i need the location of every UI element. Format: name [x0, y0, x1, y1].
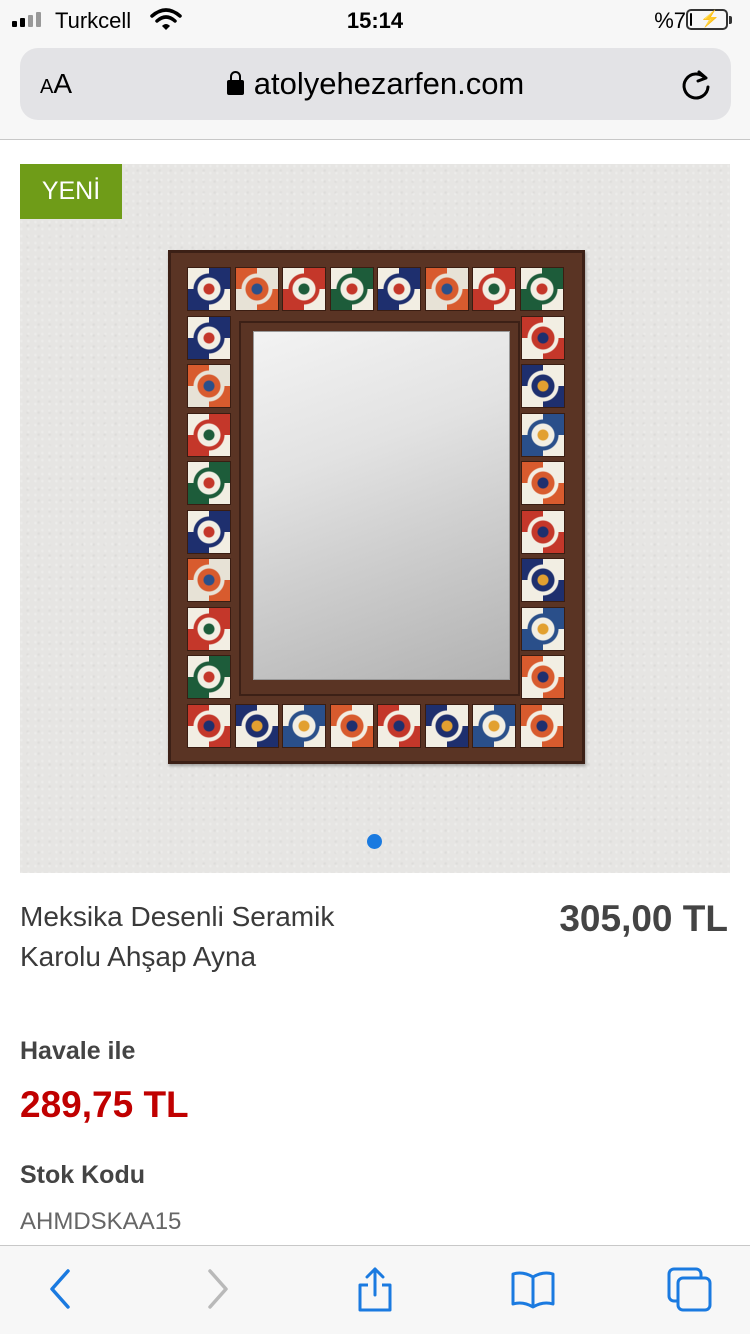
status-bar: Turkcell 15:14 %7 ⚡: [0, 0, 750, 40]
ceramic-tile: [521, 509, 565, 554]
ceramic-tile: [521, 412, 565, 457]
forward-icon[interactable]: [189, 1264, 245, 1314]
ceramic-tile: [187, 704, 231, 748]
product-image-gallery[interactable]: YENİ: [20, 164, 730, 873]
url-text: atolyehezarfen.com: [253, 66, 525, 101]
ceramic-tile: [424, 267, 469, 311]
ceramic-tile: [472, 267, 516, 311]
tabs-icon[interactable]: [662, 1264, 718, 1314]
battery-percentage: %7: [654, 8, 686, 33]
share-icon[interactable]: [347, 1264, 403, 1314]
ceramic-tile: [187, 364, 231, 408]
ceramic-tile: [187, 315, 231, 360]
ceramic-tile: [234, 267, 279, 311]
lock-icon: [226, 71, 244, 95]
ceramic-tile: [521, 606, 565, 651]
sku-value: AHMDSKAA15: [20, 1208, 182, 1235]
transfer-price: 289,75 TL: [20, 1084, 189, 1125]
back-icon[interactable]: [33, 1264, 89, 1314]
address-bar[interactable]: AA atolyehezarfen.com: [20, 48, 731, 120]
status-time: 15:14: [346, 8, 404, 33]
mirror-inner-frame: [239, 321, 520, 696]
ceramic-tile: [234, 704, 279, 748]
ceramic-tile: [377, 704, 421, 748]
battery-level: [690, 13, 692, 26]
ceramic-tile: [424, 704, 469, 748]
browser-header: AA atolyehezarfen.com: [0, 40, 750, 140]
ceramic-tile: [521, 461, 565, 505]
ceramic-tile: [521, 364, 565, 408]
ceramic-tile: [329, 704, 374, 748]
ceramic-tile: [472, 704, 516, 748]
ceramic-tile: [521, 315, 565, 360]
ceramic-tile: [377, 267, 421, 311]
ceramic-tile: [187, 606, 231, 651]
ceramic-tile: [282, 704, 326, 748]
bookmarks-icon[interactable]: [505, 1264, 561, 1314]
ceramic-tile: [187, 267, 231, 311]
ceramic-tile: [187, 412, 231, 457]
ceramic-tile: [329, 267, 374, 311]
gallery-page-indicator[interactable]: [367, 834, 382, 849]
ceramic-tile: [519, 704, 564, 748]
mirror-glass: [253, 331, 510, 680]
product-price: 305,00 TL: [559, 898, 728, 939]
reload-icon[interactable]: [679, 68, 713, 107]
ceramic-tile: [187, 655, 231, 699]
charging-bolt-icon: ⚡: [700, 11, 720, 28]
battery-icon: ⚡: [686, 9, 732, 30]
sku-label: Stok Kodu: [20, 1161, 145, 1189]
new-badge: YENİ: [20, 164, 122, 219]
transfer-price-label: Havale ile: [20, 1037, 136, 1065]
ceramic-tile: [521, 655, 565, 699]
url-field[interactable]: atolyehezarfen.com: [20, 66, 731, 102]
ceramic-tile: [187, 461, 231, 505]
ceramic-tile: [519, 267, 564, 311]
ceramic-tile: [282, 267, 326, 311]
ceramic-tile: [187, 558, 231, 602]
ceramic-tile: [521, 558, 565, 602]
ceramic-tile: [187, 509, 231, 554]
product-title: Meksika Desenli Seramik Karolu Ahşap Ayn…: [20, 901, 335, 972]
mirror-frame-image: [168, 250, 585, 764]
browser-toolbar: [0, 1245, 750, 1334]
